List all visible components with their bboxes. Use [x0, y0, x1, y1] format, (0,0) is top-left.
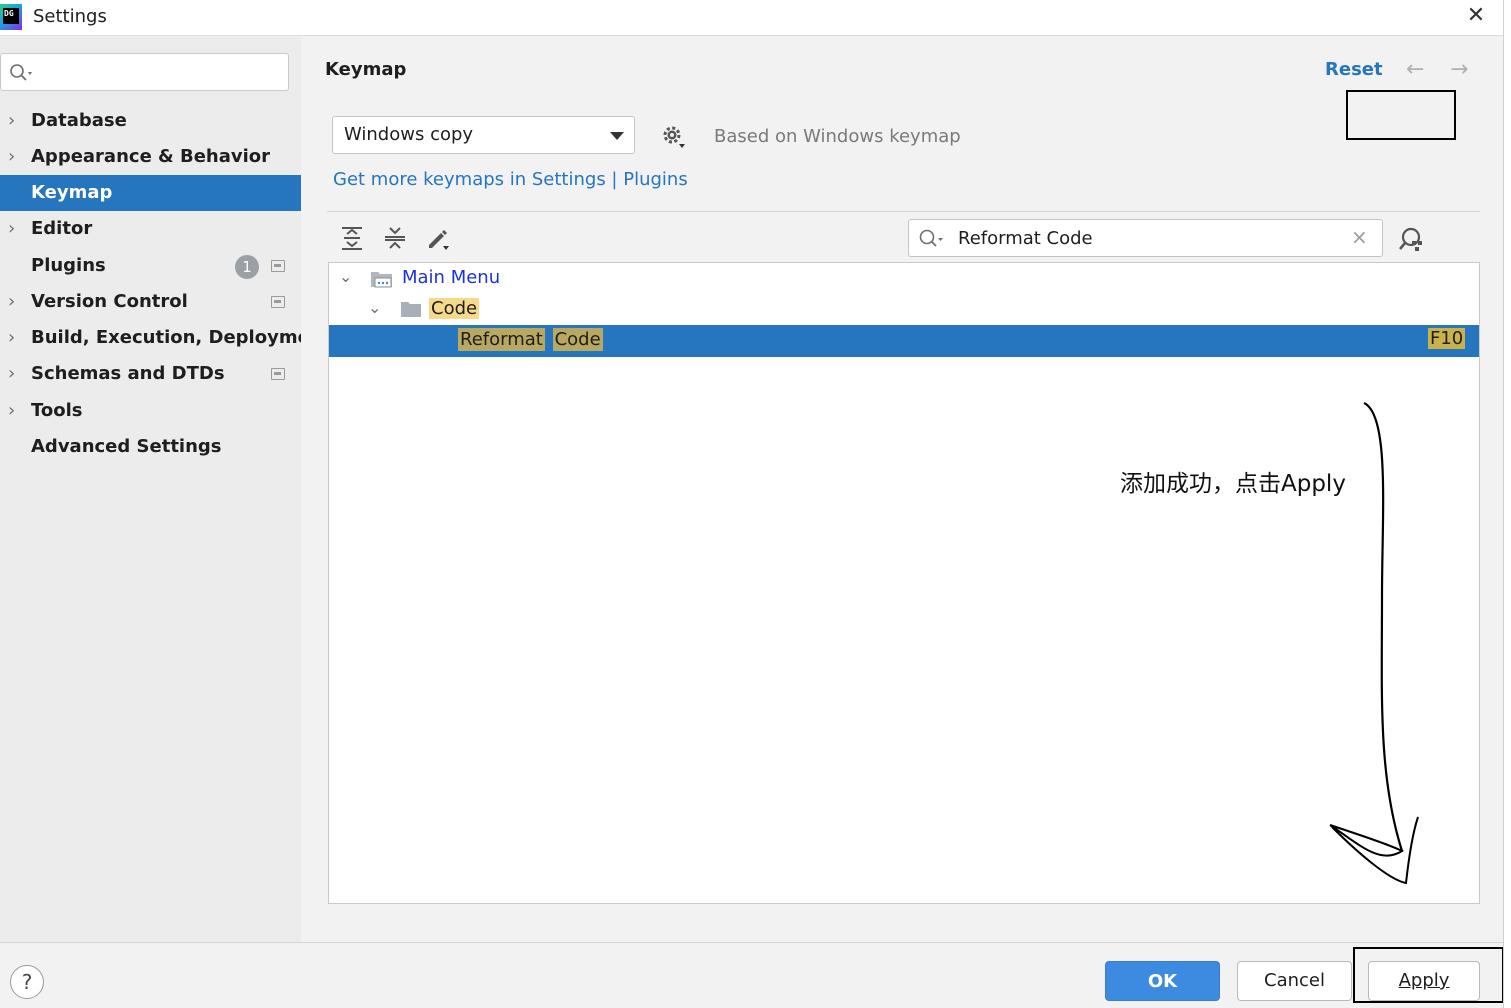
sidebar-item-version-control[interactable]: › Version Control	[0, 284, 301, 320]
chevron-right-icon: ›	[8, 400, 16, 421]
settings-search-input[interactable]	[0, 53, 289, 91]
search-icon	[10, 64, 32, 81]
sidebar-item-editor[interactable]: › Editor	[0, 211, 301, 247]
sidebar-item-label: Keymap	[31, 182, 113, 203]
find-by-shortcut-icon[interactable]	[1398, 225, 1426, 253]
action-search-input[interactable]: Reformat Code ×	[908, 219, 1383, 257]
title-bar: DG Settings ✕	[0, 0, 1511, 36]
chevron-down-icon: ⌄	[368, 298, 382, 317]
settings-sidebar: › Database › Appearance & Behavior Keyma…	[0, 37, 331, 942]
tree-node-reformat-code[interactable]: Reformat Code F10	[329, 325, 1479, 357]
keymap-dropdown-value: Windows copy	[344, 124, 474, 145]
plugins-update-badge: 1	[235, 255, 259, 279]
annotation-arrow-icon	[1329, 402, 1419, 885]
sidebar-item-label: Appearance & Behavior	[31, 146, 271, 167]
sidebar-item-label: Tools	[31, 400, 83, 421]
tree-node-code[interactable]: ⌄ Code	[329, 294, 1479, 326]
collapse-all-icon[interactable]	[382, 225, 408, 251]
window-title: Settings	[33, 6, 107, 27]
tree-node-label: Reformat Code	[458, 328, 603, 351]
edit-pencil-icon[interactable]	[425, 225, 451, 251]
clear-search-icon[interactable]: ×	[1351, 225, 1368, 249]
sidebar-item-label: Schemas and DTDs	[31, 363, 225, 384]
divider	[327, 211, 1480, 212]
project-level-icon	[271, 296, 285, 308]
datagrip-logo-text: DG	[3, 8, 19, 24]
forward-arrow-icon[interactable]: →	[1450, 57, 1468, 82]
sidebar-item-keymap[interactable]: Keymap	[0, 175, 301, 211]
highlight-match: Reformat	[458, 328, 545, 351]
sidebar-item-label: Build, Execution, Deployment	[31, 327, 332, 348]
chevron-right-icon: ›	[8, 291, 16, 312]
tree-node-label: Code	[429, 298, 480, 319]
back-arrow-icon[interactable]: ←	[1406, 57, 1424, 82]
annotation-box-apply	[1353, 947, 1504, 1003]
folder-icon	[401, 302, 421, 317]
project-level-icon	[271, 260, 285, 272]
dialog-footer: ? OK Cancel Apply	[0, 942, 1511, 1008]
project-level-icon	[271, 368, 285, 380]
close-icon[interactable]: ✕	[1462, 2, 1490, 30]
annotation-text: 添加成功，点击Apply	[1120, 471, 1346, 497]
sidebar-item-label: Plugins	[31, 255, 106, 276]
chevron-down-icon: ⌄	[339, 267, 353, 286]
menu-folder-icon	[371, 272, 392, 288]
sidebar-item-label: Version Control	[31, 291, 188, 312]
sidebar-item-appearance[interactable]: › Appearance & Behavior	[0, 139, 301, 175]
sidebar-item-label: Database	[31, 110, 127, 131]
reset-link[interactable]: Reset	[1325, 59, 1383, 80]
based-on-label: Based on Windows keymap	[714, 126, 961, 147]
highlight-match: Code	[552, 328, 603, 351]
get-more-keymaps-link[interactable]: Get more keymaps in Settings | Plugins	[333, 169, 688, 190]
cancel-button[interactable]: Cancel	[1237, 961, 1352, 1001]
sidebar-item-plugins[interactable]: Plugins 1	[0, 248, 301, 284]
expand-all-icon[interactable]	[339, 225, 365, 251]
chevron-right-icon: ›	[8, 327, 16, 348]
tree-node-label: Main Menu	[402, 267, 501, 288]
sidebar-item-advanced[interactable]: Advanced Settings	[0, 429, 301, 465]
datagrip-logo: DG	[0, 4, 22, 30]
shortcut-key-label: F10	[1428, 328, 1466, 349]
chevron-right-icon: ›	[8, 146, 16, 167]
keymap-dropdown[interactable]: Windows copy	[332, 116, 635, 154]
tree-node-main-menu[interactable]: ⌄ Main Menu	[329, 263, 1479, 295]
page-title: Keymap	[325, 59, 407, 80]
help-button[interactable]: ?	[10, 965, 44, 999]
gear-icon[interactable]	[661, 124, 687, 150]
chevron-right-icon: ›	[8, 110, 16, 131]
search-icon	[919, 229, 943, 247]
chevron-down-icon	[610, 132, 624, 140]
ok-button[interactable]: OK	[1105, 961, 1220, 1001]
chevron-right-icon: ›	[8, 363, 16, 384]
annotation-box-shortcut	[1346, 90, 1456, 140]
sidebar-item-schemas[interactable]: › Schemas and DTDs	[0, 356, 301, 392]
sidebar-item-database[interactable]: › Database	[0, 103, 301, 139]
sidebar-item-label: Advanced Settings	[31, 436, 222, 457]
keymap-actions-tree[interactable]: ⌄ Main Menu ⌄ Code Reformat Code F10	[328, 262, 1480, 904]
sidebar-item-label: Editor	[31, 218, 93, 239]
chevron-right-icon: ›	[8, 218, 16, 239]
action-search-value: Reformat Code	[958, 228, 1093, 249]
sidebar-item-tools[interactable]: › Tools	[0, 393, 301, 429]
sidebar-item-build[interactable]: › Build, Execution, Deployment	[0, 320, 331, 356]
background-window-edge	[1503, 0, 1511, 1008]
